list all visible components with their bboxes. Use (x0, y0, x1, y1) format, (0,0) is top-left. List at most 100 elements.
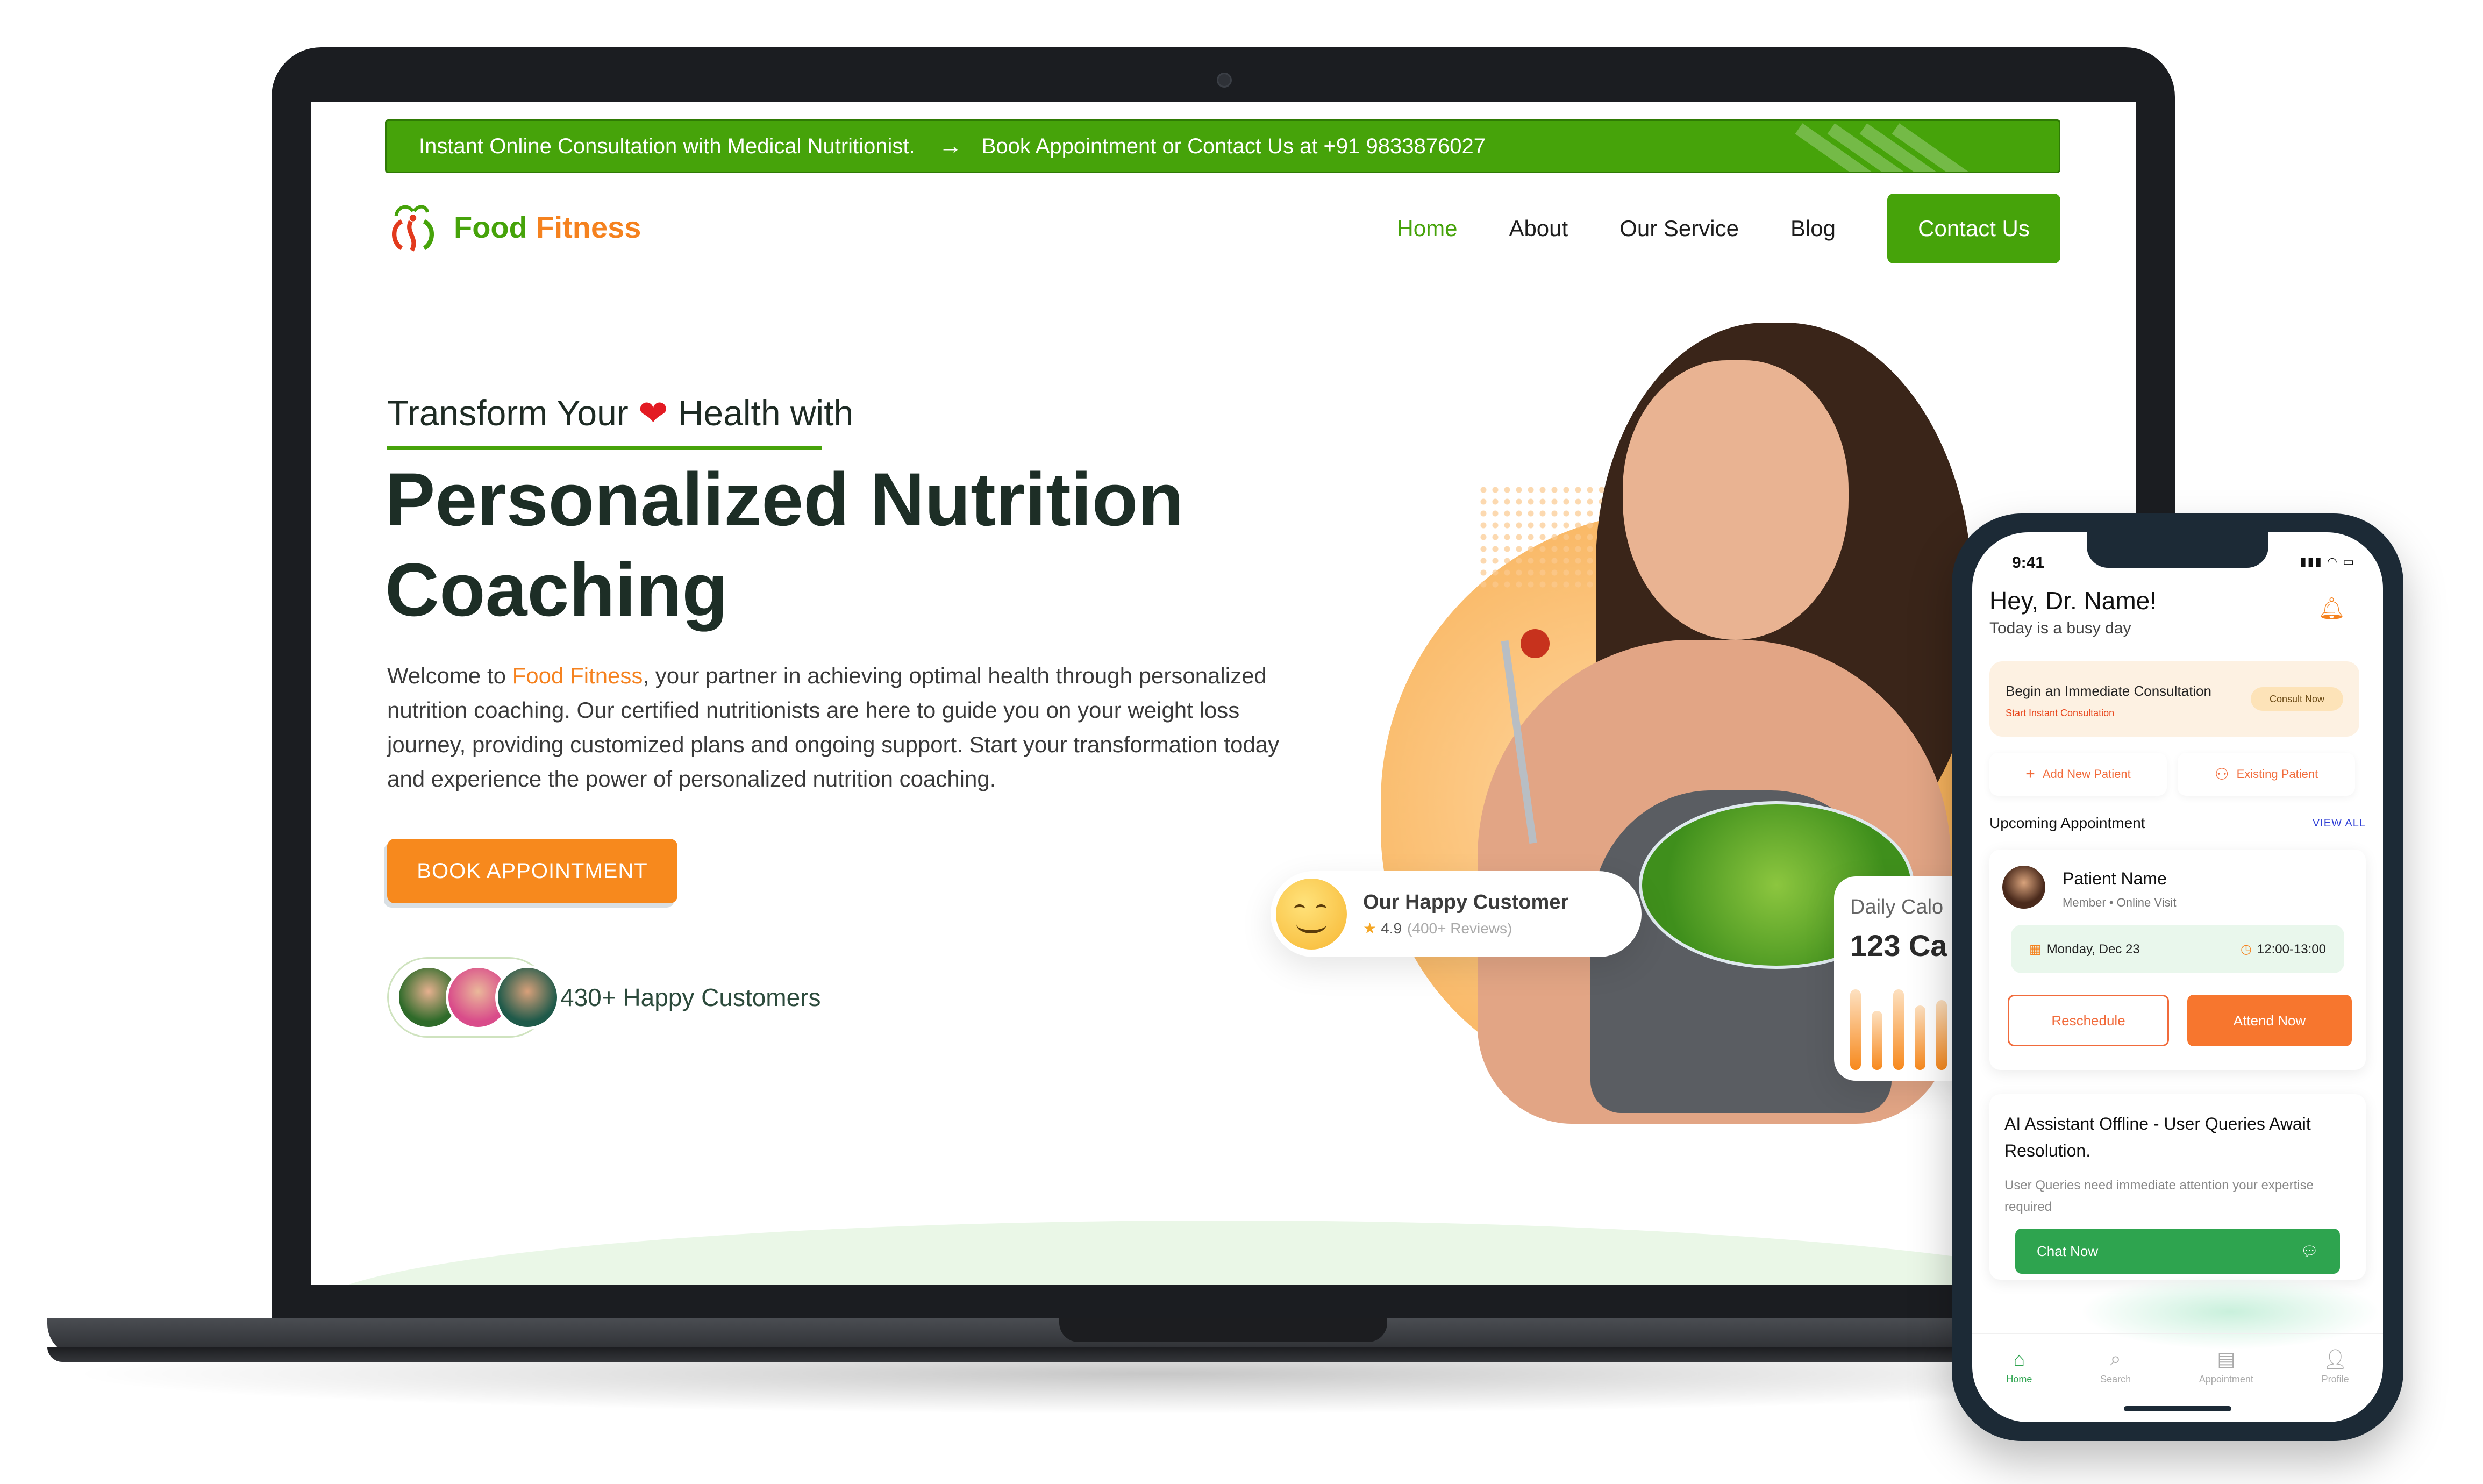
appointment-datetime: ▦ Monday, Dec 23 ◷ 12:00-13:00 (2011, 925, 2344, 973)
tagline-text-start: Transform Your (387, 393, 629, 433)
main-navigation: Food Fitness Home About Our Service Blog… (385, 194, 2060, 263)
review-rating: ★ 4.9 (400+ Reviews) (1363, 919, 1568, 937)
chat-bubble-icon: 💬︎ (2300, 1243, 2318, 1259)
nav-blog[interactable]: Blog (1790, 216, 1836, 241)
tab-appointment-label: Appointment (2199, 1373, 2253, 1385)
apple-logo-icon (392, 205, 434, 252)
patient-avatar (2002, 866, 2045, 909)
appointment-date: Monday, Dec 23 (2046, 941, 2140, 957)
ai-assistant-title: AI Assistant Offline - User Queries Awai… (2004, 1114, 2311, 1160)
chat-now-label: Chat Now (2037, 1243, 2099, 1259)
star-icon: ★ (1363, 920, 1377, 937)
announcement-right-text: Book Appointment or Contact Us at +91 98… (981, 134, 1486, 158)
existing-patient-button[interactable]: ⚇ Existing Patient (2178, 753, 2355, 796)
home-indicator (2124, 1406, 2231, 1411)
nav-about[interactable]: About (1509, 216, 1568, 241)
rating-value: 4.9 (1381, 920, 1402, 937)
tagline-underline (387, 446, 822, 450)
status-icons: ▮▮▮ ◠ ▭ (2300, 555, 2355, 568)
view-all-link[interactable]: VIEW ALL (2313, 817, 2366, 830)
logo-word-fitness: Fitness (536, 210, 641, 244)
document-icon: ▤ (2217, 1347, 2236, 1370)
logo[interactable]: Food Fitness (385, 199, 641, 255)
calorie-bar (1915, 1005, 1925, 1070)
avatar (495, 965, 560, 1030)
bell-icon[interactable]: 🔔︎ (2318, 596, 2345, 621)
attend-now-button[interactable]: Attend Now (2187, 995, 2352, 1046)
tomato-icon (1521, 629, 1550, 658)
phone-screen: 9:41 ▮▮▮ ◠ ▭ Hey, Dr. Name! Today is a b… (1972, 532, 2383, 1422)
patient-member-label: Member (2063, 896, 2106, 909)
decorative-stripe (1892, 123, 1970, 172)
laptop-notch (1059, 1318, 1387, 1342)
headline-line-1: Personalized Nutrition (385, 457, 1184, 541)
tab-profile[interactable]: 👤︎ Profile (2322, 1348, 2349, 1385)
upcoming-title: Upcoming Appointment (1989, 815, 2145, 831)
intro-start: Welcome to (387, 663, 512, 688)
ai-assistant-card: AI Assistant Offline - User Queries Awai… (1989, 1094, 2366, 1280)
patient-name: Patient Name (2063, 869, 2167, 888)
tab-appointment[interactable]: ▤ Appointment (2199, 1348, 2253, 1385)
consult-now-button[interactable]: Consult Now (2251, 687, 2343, 711)
nav-our-service[interactable]: Our Service (1619, 216, 1739, 241)
book-appointment-button[interactable]: BOOK APPOINTMENT (387, 839, 677, 903)
add-new-patient-button[interactable]: + Add New Patient (1989, 753, 2167, 796)
consult-banner[interactable]: Begin an Immediate Consultation Start In… (1989, 661, 2359, 737)
tab-search[interactable]: ⌕ Search (2100, 1347, 2131, 1385)
website-screen: Instant Online Consultation with Medical… (311, 102, 2136, 1285)
nav-home[interactable]: Home (1397, 216, 1457, 241)
laptop-base-lip (47, 1347, 2198, 1362)
calorie-label: Daily Calo (1850, 896, 1944, 918)
hero-intro-paragraph: Welcome to Food Fitness, your partner in… (387, 659, 1290, 796)
bottom-tab-bar: ⌂ Home ⌕ Search ▤ Appointment 👤︎ Profile (1972, 1333, 2383, 1399)
greeting: Hey, Dr. Name! (1989, 587, 2157, 615)
existing-patient-label: Existing Patient (2236, 767, 2318, 781)
patient-meta: Member • Online Visit (2063, 896, 2177, 910)
clock-icon: ◷ (2240, 941, 2252, 957)
search-icon: ⌕ (2110, 1347, 2121, 1369)
ai-assistant-description: User Queries need immediate attention yo… (2004, 1178, 2314, 1214)
review-card: Our Happy Customer ★ 4.9 (400+ Reviews) (1271, 871, 1642, 957)
review-count: (400+ Reviews) (1407, 920, 1512, 937)
logo-text: Food Fitness (454, 210, 641, 245)
status-time: 9:41 (2012, 554, 2045, 572)
tab-home[interactable]: ⌂ Home (2006, 1348, 2032, 1385)
review-title: Our Happy Customer (1363, 891, 1569, 914)
tab-search-label: Search (2100, 1374, 2131, 1385)
hero-tagline: Transform Your ❤ Health with (387, 393, 853, 434)
tab-profile-label: Profile (2321, 1373, 2349, 1385)
announcement-bar[interactable]: Instant Online Consultation with Medical… (385, 119, 2060, 173)
patient-visit-type: Online Visit (2116, 896, 2177, 909)
tagline-text-end: Health with (677, 393, 854, 433)
laptop-camera (1217, 73, 1232, 88)
contact-us-button[interactable]: Contact Us (1887, 194, 2060, 263)
tab-home-label: Home (2006, 1373, 2032, 1385)
calorie-value: 123 Ca (1850, 929, 1947, 962)
calendar-icon: ▦ (2029, 941, 2042, 957)
chat-now-button[interactable]: Chat Now 💬︎ (2015, 1229, 2340, 1274)
intro-brand-link[interactable]: Food Fitness (512, 663, 643, 688)
home-icon: ⌂ (2013, 1347, 2025, 1370)
nav-menu: Home About Our Service Blog Contact Us (1345, 194, 2060, 263)
greeting-subtitle: Today is a busy day (1989, 619, 2131, 637)
smiley-icon (1276, 879, 1347, 950)
phone-notch (2087, 532, 2268, 568)
plus-icon: + (2025, 765, 2035, 783)
patient-actions: + Add New Patient ⚇ Existing Patient (1989, 753, 2366, 796)
announcement-left-text: Instant Online Consultation with Medical… (419, 134, 915, 158)
calorie-bar (1936, 1000, 1947, 1070)
happy-customers-count: 430+ Happy Customers (560, 983, 821, 1011)
arrow-right-icon: → (938, 133, 962, 159)
consult-title: Begin an Immediate Consultation (2006, 683, 2212, 699)
calorie-bar (1872, 1011, 1882, 1070)
headline-line-2: Coaching (385, 547, 728, 632)
profile-icon: 👤︎ (2323, 1347, 2348, 1370)
appointment-time: 12:00-13:00 (2257, 941, 2326, 957)
calorie-bar (1893, 989, 1904, 1070)
add-new-patient-label: Add New Patient (2042, 767, 2131, 781)
heart-icon: ❤ (638, 393, 668, 433)
reschedule-button[interactable]: Reschedule (2008, 995, 2169, 1046)
hero-headline: Personalized Nutrition Coaching (385, 454, 1299, 635)
appointment-card: Patient Name Member • Online Visit ▦ Mond… (1989, 850, 2366, 1070)
customer-avatars (387, 957, 560, 1038)
